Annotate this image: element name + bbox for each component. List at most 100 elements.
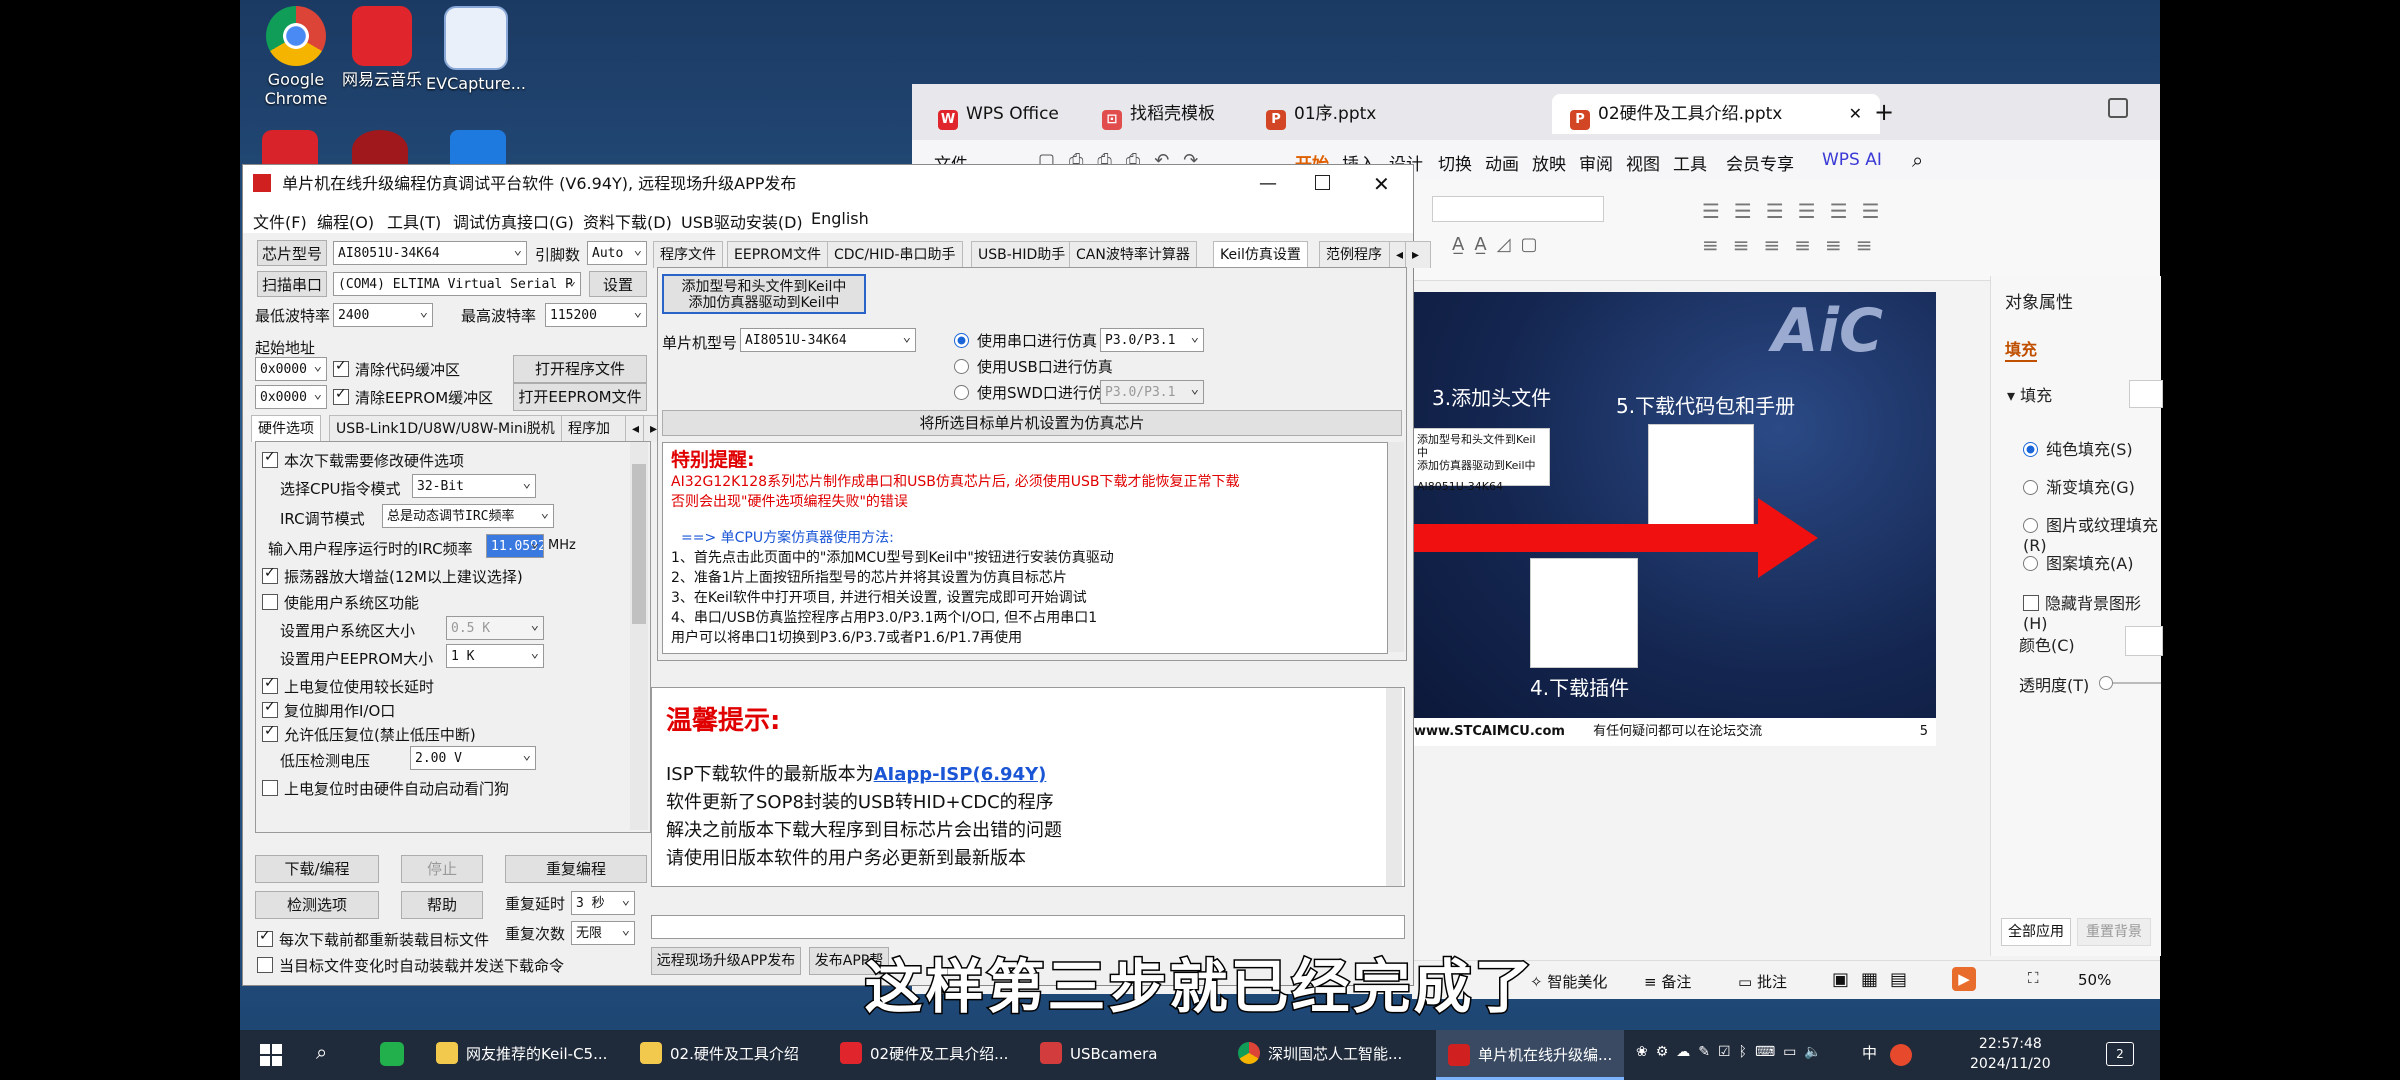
reprogram-button[interactable]: 重复编程 [505, 855, 647, 883]
taskbar-item-wps[interactable]: 02硬件及工具介绍... [840, 1042, 1008, 1064]
tab-usb-link[interactable]: USB-Link1D/U8W/U8W-Mini脱机 [329, 415, 562, 442]
tips-scrollbar[interactable] [1386, 688, 1402, 886]
app-tray-icon[interactable] [1890, 1044, 1912, 1066]
menu-docs[interactable]: 资料下载(D) [583, 209, 672, 233]
stop-button[interactable]: 停止 [401, 855, 483, 883]
minimize-icon[interactable]: — [1259, 165, 1277, 203]
set-sim-chip-button[interactable]: 将所选目标单片机设置为仿真芯片 [662, 410, 1402, 436]
menu-slideshow[interactable]: 放映 [1532, 150, 1566, 175]
tab-wps-office[interactable]: W WPS Office [920, 94, 1098, 134]
check-options-button[interactable]: 检测选项 [255, 891, 379, 919]
code-addr-input[interactable]: 0x0000 [255, 357, 327, 381]
close-icon[interactable]: ✕ [1849, 94, 1862, 134]
menu-review[interactable]: 审阅 [1579, 150, 1613, 175]
restore-icon[interactable] [2108, 98, 2128, 118]
tab-scroll-right[interactable]: ▸ [1405, 241, 1431, 268]
scan-port-button[interactable]: 扫描串口 [257, 271, 327, 297]
option-gradient[interactable]: 渐变填充(G) [2023, 474, 2135, 498]
taskbar-item-stc[interactable]: 单片机在线升级编... [1436, 1030, 1625, 1080]
clear-eeprom-checkbox[interactable]: 清除EEPROM缓冲区 [333, 386, 493, 408]
menu-usb-driver[interactable]: USB驱动安装(D) [681, 209, 803, 233]
slider-handle[interactable] [2099, 676, 2113, 690]
tab-template[interactable]: ⊡ 找稻壳模板 [1084, 94, 1262, 134]
port-select[interactable]: (COM4) ELTIMA Virtual Serial P [333, 272, 581, 296]
modify-hw-checkbox[interactable]: 本次下载需要修改硬件选项 [262, 449, 464, 471]
tab-hardware[interactable]: 硬件选项 [251, 415, 321, 442]
maximize-icon[interactable] [1315, 175, 1330, 190]
menu-tools[interactable]: 工具(T) [387, 209, 441, 233]
mcu-select[interactable]: AI8051U-34K64 [740, 328, 916, 352]
paragraph-icons[interactable]: ☰☰☰☰☰☰ ≡≡≡≡≡≡ [1702, 194, 2102, 264]
power-on-delay-checkbox[interactable]: 上电复位使用较长延时 [262, 675, 434, 697]
evcapture-desktop-icon[interactable]: EVCapture... [426, 6, 526, 93]
tab-program-encrypt[interactable]: 程序加 [561, 415, 627, 442]
option-pattern[interactable]: 图案填充(A) [2023, 550, 2133, 574]
tab-eeprom-file[interactable]: EEPROM文件 [727, 241, 828, 268]
search-icon[interactable]: ⌕ [1912, 148, 1923, 172]
cpu-mode-select[interactable]: 32-Bit [412, 474, 536, 498]
lvd-select[interactable]: 2.00 V [410, 746, 536, 770]
menu-file[interactable]: 文件(F) [253, 209, 307, 233]
eeprom-size-select[interactable]: 1 K [446, 644, 544, 668]
menu-tools[interactable]: 工具 [1673, 150, 1707, 175]
tab-serial-helper[interactable]: CDC/HID-串口助手 [827, 241, 963, 268]
menu-animation[interactable]: 动画 [1485, 150, 1519, 175]
tab-examples[interactable]: 范例程序 [1319, 241, 1395, 268]
open-eeprom-button[interactable]: 打开EEPROM文件 [513, 383, 647, 411]
menu-english[interactable]: English [811, 209, 869, 228]
clock[interactable]: 22:57:48 2024/11/20 [1970, 1034, 2051, 1074]
menu-wps-ai[interactable]: WPS AI [1822, 150, 1882, 170]
wdt-checkbox[interactable]: 上电复位时由硬件自动启动看门狗 [262, 778, 509, 799]
menu-view[interactable]: 视图 [1626, 150, 1660, 175]
option-picture[interactable]: 图片或纹理填充(R) [2023, 512, 2161, 555]
swd-port-select[interactable]: P3.0/P3.1 [1100, 380, 1204, 404]
close-icon[interactable]: ✕ [1373, 165, 1390, 203]
new-tab-button[interactable]: + [1874, 98, 1894, 126]
option-solid[interactable]: 纯色填充(S) [2023, 436, 2133, 460]
menu-program[interactable]: 编程(O) [317, 209, 374, 233]
osc-gain-checkbox[interactable]: 振荡器放大增益(12M以上建议选择) [262, 565, 523, 587]
usb-sim-radio[interactable]: 使用USB口进行仿真 [954, 356, 1113, 377]
eeprom-addr-input[interactable]: 0x0000 [255, 385, 327, 409]
open-program-button[interactable]: 打开程序文件 [513, 355, 647, 383]
clear-code-checkbox[interactable]: 清除代码缓冲区 [333, 358, 460, 380]
wechat-icon[interactable] [380, 1042, 404, 1066]
irc-mode-select[interactable]: 总是动态调节IRC频率 [382, 504, 554, 528]
ime-indicator[interactable]: 中 [1862, 1042, 1877, 1063]
chip-model-button[interactable]: 芯片型号 [257, 240, 327, 266]
serial-sim-radio[interactable]: 使用串口进行仿真 [954, 330, 1097, 351]
add-keil-button[interactable]: 添加型号和头文件到Keil中 添加仿真器驱动到Keil中 [662, 274, 866, 314]
reset-io-checkbox[interactable]: 复位脚用作I/O口 [262, 699, 395, 721]
taskbar-item-usbcamera[interactable]: USBcamera [1040, 1042, 1157, 1064]
color-picker[interactable] [2125, 626, 2163, 656]
menu-member[interactable]: 会员专享 [1726, 150, 1794, 175]
taskbar-item-keil[interactable]: 网友推荐的Keil-C5... [436, 1042, 607, 1064]
tab-01-pptx[interactable]: P 01序.pptx [1248, 94, 1466, 134]
chrome-desktop-icon[interactable]: Google Chrome [246, 6, 346, 108]
pins-select[interactable]: Auto [587, 241, 647, 265]
taskbar-item-folder[interactable]: 02.硬件及工具介绍 [640, 1042, 799, 1064]
tray-icons[interactable]: ❀⚙☁✎☑ᛒ⌨▭🔈 [1636, 1044, 1830, 1060]
tab-02-pptx[interactable]: P 02硬件及工具介绍.pptx ✕ [1552, 94, 1880, 134]
tab-keil-sim[interactable]: Keil仿真设置 [1213, 241, 1308, 268]
menu-debug[interactable]: 调试仿真接口(G) [453, 209, 574, 233]
lvr-checkbox[interactable]: 允许低压复位(禁止低压中断) [262, 723, 476, 745]
notice-scrollbar[interactable] [1388, 442, 1404, 652]
download-button[interactable]: 下载/编程 [255, 855, 379, 883]
tab-usb-hid[interactable]: USB-HID助手 [971, 241, 1073, 268]
tab-can-baud[interactable]: CAN波特率计算器 [1069, 241, 1197, 268]
netease-music-desktop-icon[interactable]: 网易云音乐 [332, 6, 432, 89]
menu-transition[interactable]: 切换 [1438, 150, 1472, 175]
sys-size-select[interactable]: 0.5 K [446, 616, 544, 640]
sim-port-select[interactable]: P3.0/P3.1 [1100, 328, 1204, 352]
search-icon[interactable]: ⌕ [316, 1040, 327, 1064]
help-button[interactable]: 帮助 [401, 891, 483, 919]
chip-model-select[interactable]: AI8051U-34K64 [333, 241, 527, 265]
user-sys-checkbox[interactable]: 使能用户系统区功能 [262, 592, 419, 613]
settings-button[interactable]: 设置 [589, 271, 647, 297]
swd-sim-radio[interactable]: 使用SWD口进行仿真 [954, 382, 1118, 403]
slide-canvas[interactable]: AiC 3.添加头文件 5.下载代码包和手册 添加型号和头文件到Keil中 添加… [1412, 292, 1936, 746]
version-link[interactable]: AIapp-ISP(6.94Y) [874, 764, 1047, 785]
tab-program-file[interactable]: 程序文件 [653, 241, 723, 268]
fill-dropdown[interactable] [2129, 380, 2163, 408]
